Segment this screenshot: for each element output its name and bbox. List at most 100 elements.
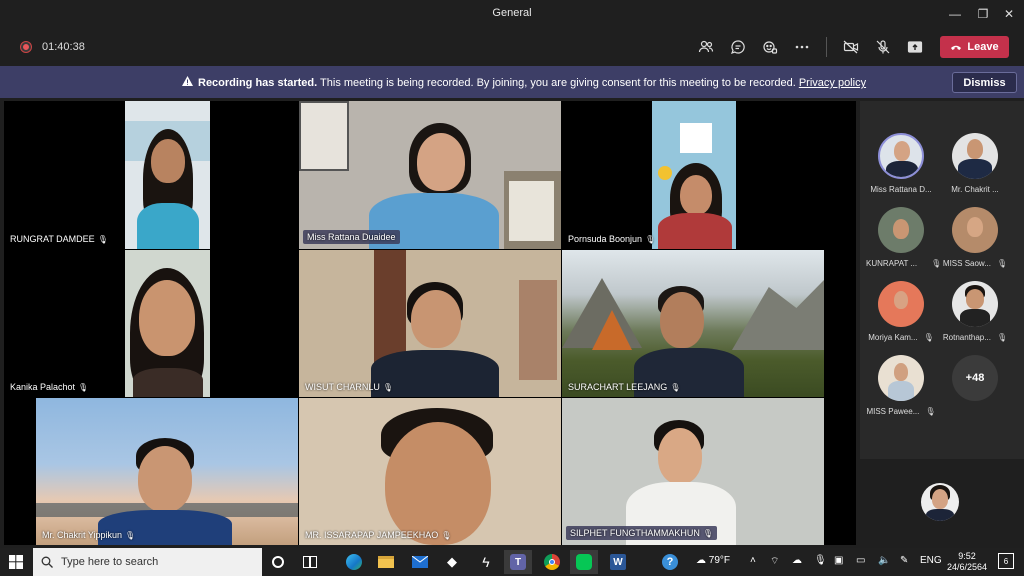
warning-icon — [182, 76, 193, 89]
overflow-count: +48 — [952, 355, 998, 401]
line-icon[interactable] — [570, 550, 598, 574]
participant-name: Miss Rattana Duaidee — [303, 230, 400, 244]
roster-participant[interactable]: Miss Rattana D... — [866, 133, 936, 194]
roster-participant[interactable]: Mr. Chakrit ... — [940, 133, 1010, 194]
cortana-icon[interactable] — [264, 550, 292, 574]
chrome-icon[interactable] — [538, 550, 566, 574]
participant-name: WISUT CHARNLU 🎙 — [305, 382, 393, 392]
video-feed — [125, 250, 210, 397]
video-tile[interactable]: Kanika Palachot 🎙 — [4, 250, 298, 397]
mic-icon: 🎙 — [441, 531, 452, 540]
mic-icon: 🎙 — [702, 529, 714, 538]
avatar — [878, 133, 924, 179]
video-tile[interactable]: SURACHART LEEJANG 🎙 — [562, 250, 824, 397]
notification-count: 6 — [998, 553, 1014, 569]
mic-off-icon: 🎙 — [996, 259, 1008, 268]
chat-icon[interactable] — [728, 37, 748, 57]
video-tile[interactable]: RUNGRAT DAMDEE 🎙 — [4, 101, 298, 249]
roster-participant[interactable]: MISS Pawee... 🎙 — [866, 355, 936, 416]
close-icon[interactable]: ✕ — [994, 0, 1024, 28]
network-icon[interactable]: ⌔ — [770, 555, 779, 568]
mic-icon: 🎙 — [645, 235, 656, 244]
roster-name: Mr. Chakrit ... — [951, 185, 999, 194]
window-title: General — [492, 7, 532, 19]
leave-button[interactable]: Leave — [940, 36, 1009, 58]
participant-name: SURACHART LEEJANG 🎙 — [568, 382, 681, 392]
more-participants-button[interactable]: +48 — [940, 355, 1010, 401]
roster-participant[interactable]: Rotnanthap... 🎙 — [940, 281, 1010, 342]
cloud-icon: ☁ — [696, 555, 706, 566]
video-tile[interactable]: SILPHET FUNGTHAMMAKHUN 🎙 — [562, 398, 824, 545]
recording-title: Recording has started. — [198, 77, 318, 89]
camera-icon[interactable]: ▣ — [834, 555, 843, 566]
windows-start-icon[interactable] — [0, 548, 32, 576]
video-tile[interactable]: WISUT CHARNLU 🎙 — [299, 250, 561, 397]
notification-center-icon[interactable]: 6 — [998, 553, 1014, 569]
more-options-icon[interactable] — [792, 37, 812, 57]
video-tile[interactable]: Mr. Chakrit Yippikun 🎙 — [36, 398, 298, 545]
roster-participant[interactable]: Moriya Kam... 🎙 — [866, 281, 936, 342]
meeting-timer: 01:40:38 — [42, 41, 85, 53]
mic-icon: 🎙 — [125, 531, 136, 540]
mic-icon: 🎙 — [78, 383, 89, 392]
help-icon[interactable]: ? — [656, 550, 684, 574]
avatar — [878, 207, 924, 253]
video-feed — [125, 101, 210, 249]
pen-icon[interactable]: ✎ — [900, 555, 908, 566]
roster-participant[interactable]: MISS Saow... 🎙 — [940, 207, 1010, 268]
participant-gallery: Miss Rattana D... Mr. Chakrit ... KUNRAP… — [860, 101, 1024, 545]
privacy-policy-link[interactable]: Privacy policy — [799, 77, 866, 89]
phone-hangup-icon — [951, 45, 962, 50]
share-screen-icon[interactable] — [905, 37, 925, 57]
participant-name: Mr. Chakrit Yippikun 🎙 — [42, 530, 136, 540]
file-explorer-icon[interactable] — [372, 550, 400, 574]
taskbar-search[interactable]: Type here to search — [33, 548, 262, 576]
reactions-icon[interactable] — [760, 37, 780, 57]
teams-icon[interactable]: T — [504, 550, 532, 574]
taskbar: Type here to search ◆ ϟ T W ? ☁ 79°F ˄ ⌔… — [0, 548, 1024, 576]
mic-off-icon[interactable] — [873, 37, 893, 57]
meeting-toolbar: 01:40:38 Leave — [0, 28, 1024, 66]
clock-date: 24/6/2564 — [946, 562, 988, 572]
avatar — [878, 355, 924, 401]
task-view-icon[interactable] — [296, 550, 324, 574]
participant-name: MR. ISSARAPAP JAMPEEKHAO 🎙 — [305, 530, 452, 540]
edge-icon[interactable] — [340, 550, 368, 574]
battery-icon[interactable]: ▭ — [856, 555, 865, 566]
participants-icon[interactable] — [696, 37, 716, 57]
video-tile[interactable]: Pornsuda Boonjun 🎙 — [562, 101, 824, 249]
mail-icon[interactable] — [406, 550, 434, 574]
roster-name: Miss Rattana D... — [870, 185, 932, 194]
chevron-up-icon[interactable]: ˄ — [750, 555, 756, 566]
participant-name: Kanika Palachot 🎙 — [10, 382, 89, 392]
self-view[interactable] — [860, 459, 1024, 545]
dismiss-button[interactable]: Dismiss — [952, 72, 1017, 93]
avatar — [952, 207, 998, 253]
clock-time: 9:52 — [958, 551, 976, 561]
avatar — [952, 281, 998, 327]
mic-off-icon: 🎙 — [996, 333, 1008, 342]
app-icon[interactable]: ϟ — [472, 550, 500, 574]
participant-name: SILPHET FUNGTHAMMAKHUN 🎙 — [566, 526, 718, 540]
roster-name: MISS Saow... 🎙 — [942, 259, 1008, 268]
title-bar: General — ❐ ✕ — [0, 0, 1024, 28]
minimize-icon[interactable]: — — [940, 0, 970, 28]
video-tile[interactable]: Miss Rattana Duaidee — [299, 101, 561, 249]
mic-icon: 🎙 — [382, 383, 393, 392]
volume-icon[interactable]: 🔈 — [878, 555, 890, 566]
roster-participant[interactable]: KUNRAPAT ... 🎙 — [866, 207, 942, 268]
video-tile[interactable]: MR. ISSARAPAP JAMPEEKHAO 🎙 — [299, 398, 561, 545]
search-placeholder: Type here to search — [61, 556, 159, 568]
language-indicator[interactable]: ENG — [920, 555, 942, 566]
dropbox-icon[interactable]: ◆ — [438, 550, 466, 574]
camera-off-icon[interactable] — [841, 37, 861, 57]
system-clock[interactable]: 9:52 24/6/2564 — [944, 551, 990, 573]
word-icon[interactable]: W — [604, 550, 632, 574]
search-icon — [41, 556, 53, 568]
video-feed — [652, 101, 736, 249]
self-avatar — [921, 483, 959, 521]
weather-widget[interactable]: ☁ 79°F — [696, 555, 730, 566]
roster-name: KUNRAPAT ... 🎙 — [866, 259, 942, 268]
microphone-icon[interactable]: 🎙 — [814, 555, 827, 566]
onedrive-icon[interactable]: ☁ — [792, 555, 802, 566]
